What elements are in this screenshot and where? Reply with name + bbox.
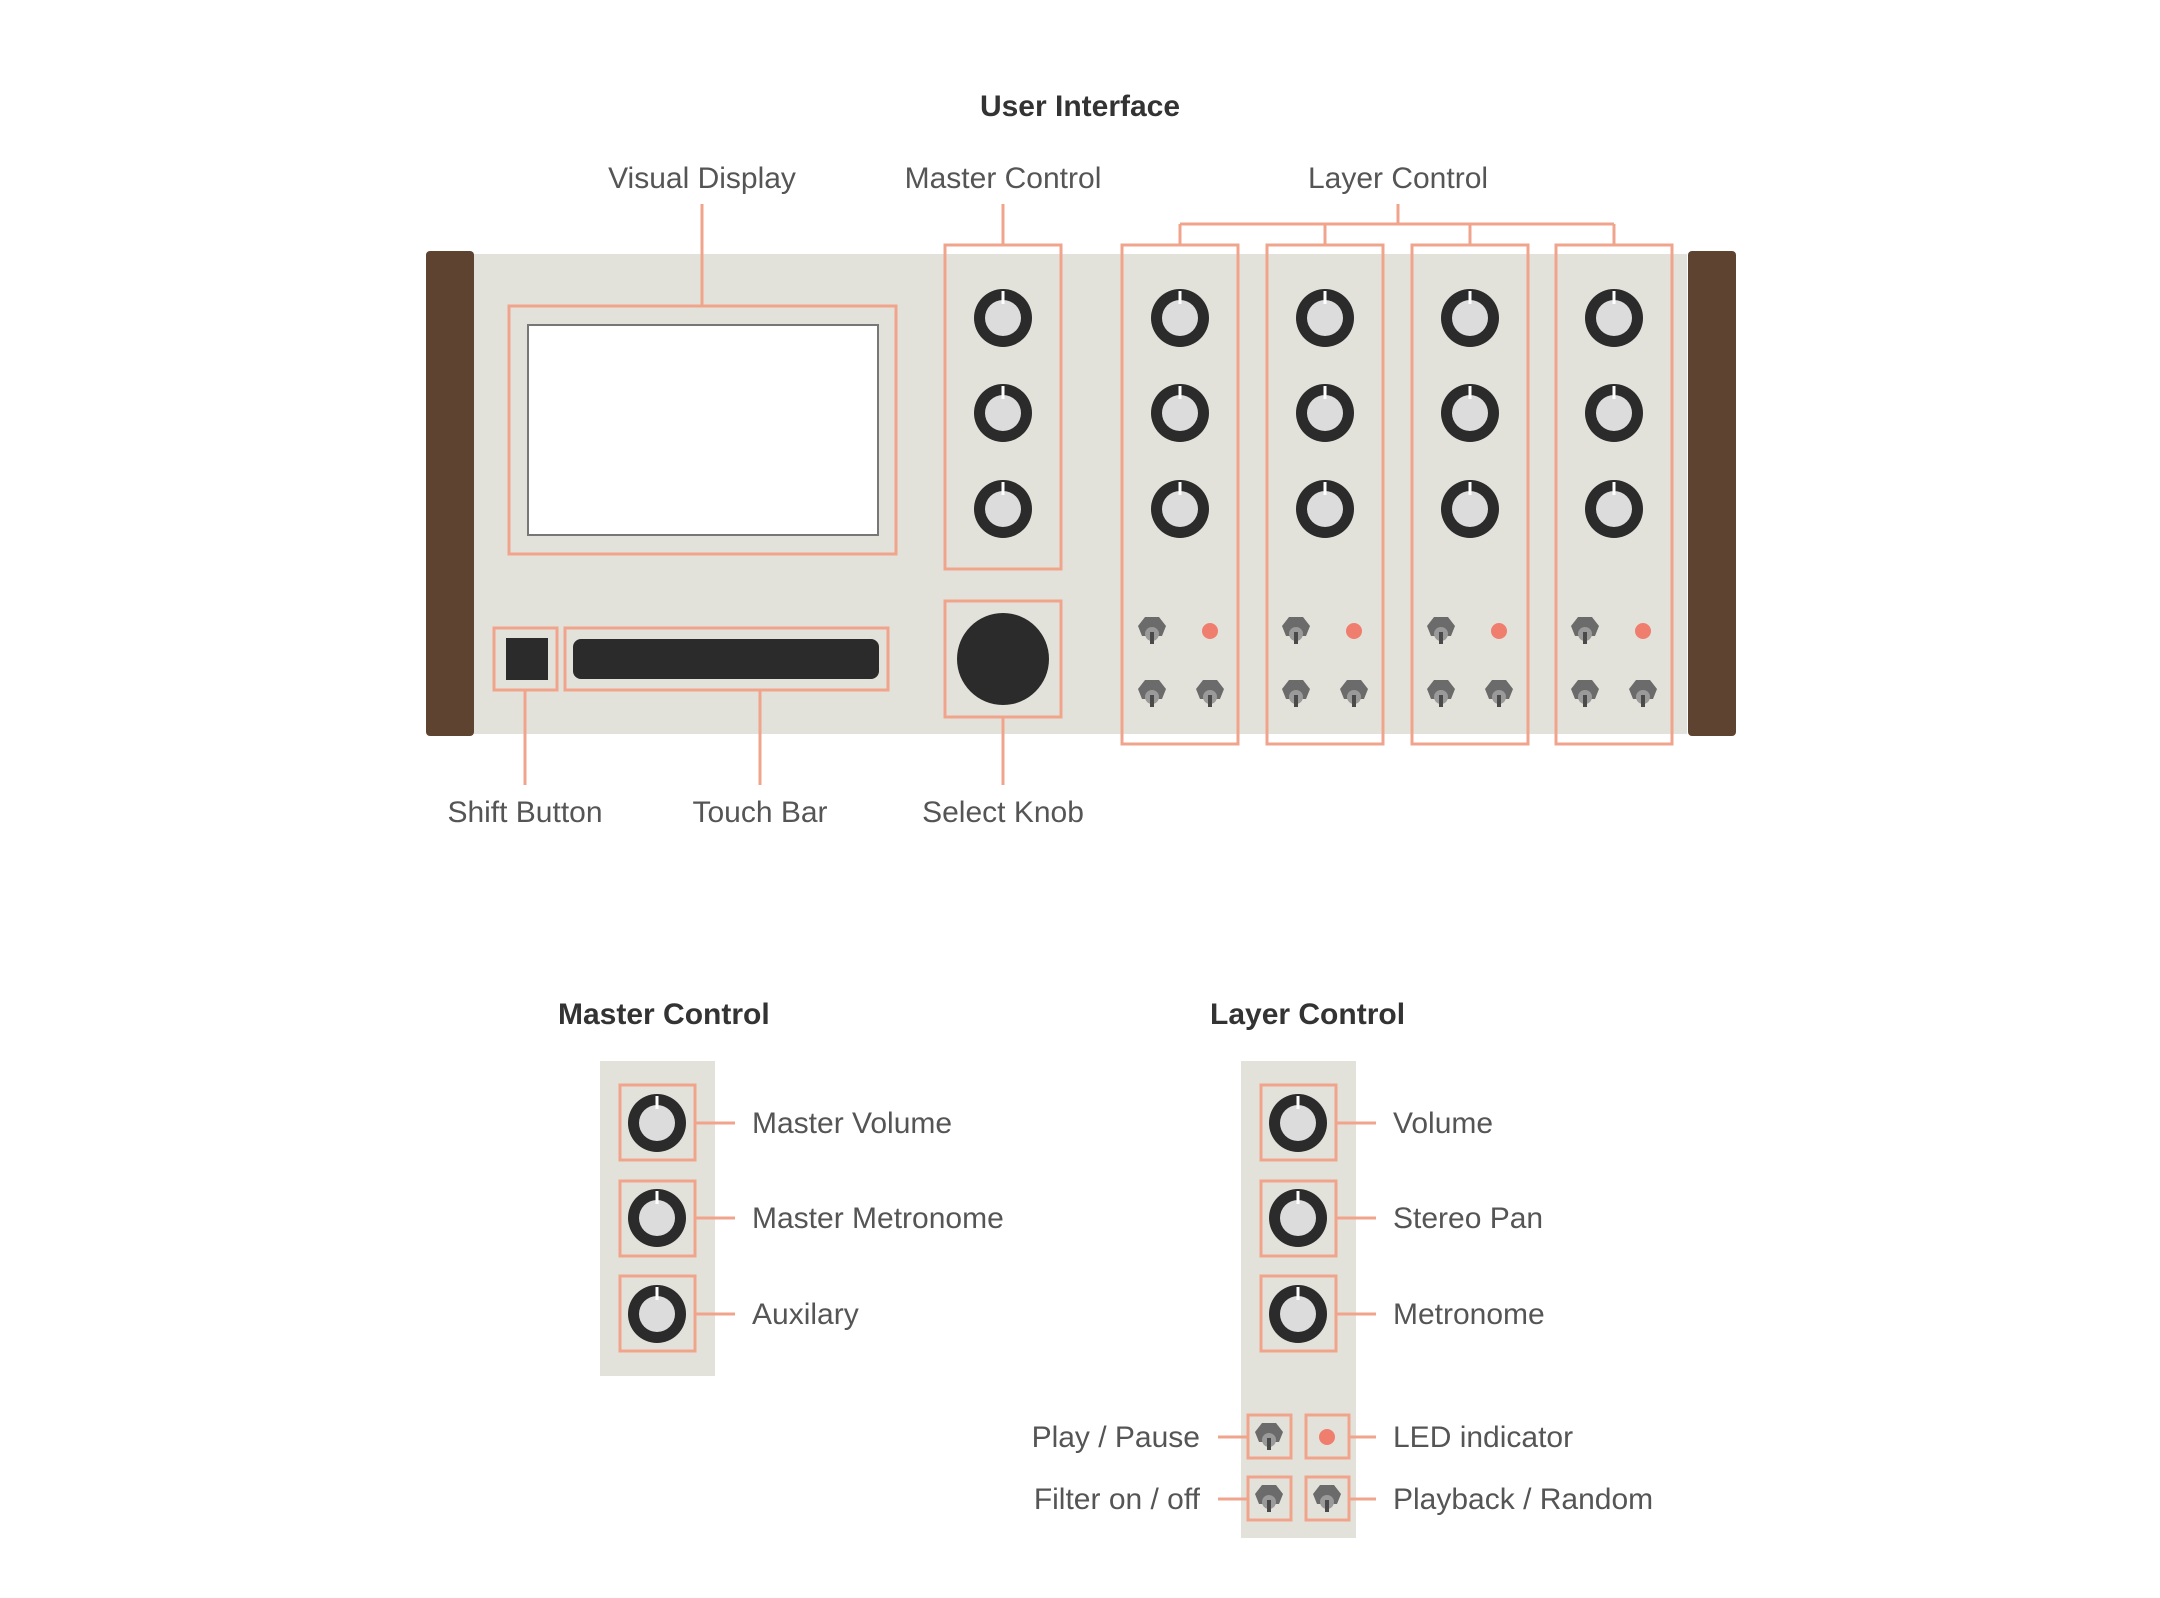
diagram-title: User Interface (980, 90, 1180, 123)
layer-knob-volume[interactable] (1294, 287, 1356, 349)
layer-detail-title: Layer Control (1210, 998, 1405, 1031)
metronome-knob[interactable] (1267, 1283, 1329, 1345)
visual-display-label: Visual Display (608, 162, 796, 195)
auxilary-knob[interactable] (626, 1283, 688, 1345)
led-indicator-detail (1319, 1429, 1335, 1445)
visual-display-screen (527, 324, 879, 536)
play-pause-label: Play / Pause (1032, 1421, 1200, 1454)
master-knob-2[interactable] (972, 382, 1034, 444)
left-wood-side (426, 251, 474, 736)
stereo-pan-knob[interactable] (1267, 1187, 1329, 1249)
auxilary-label: Auxilary (752, 1298, 859, 1331)
master-knob-1[interactable] (972, 287, 1034, 349)
master-detail-title: Master Control (558, 998, 770, 1031)
volume-knob[interactable] (1267, 1092, 1329, 1154)
master-control-label: Master Control (905, 162, 1102, 195)
master-volume-label: Master Volume (752, 1107, 952, 1140)
layer-knob-metronome[interactable] (1149, 478, 1211, 540)
layer-knob-pan[interactable] (1149, 382, 1211, 444)
layer-knob-pan[interactable] (1439, 382, 1501, 444)
select-knob-label: Select Knob (922, 796, 1084, 829)
layer-knob-volume[interactable] (1439, 287, 1501, 349)
led-indicator (1202, 623, 1218, 639)
led-indicator-label: LED indicator (1393, 1421, 1573, 1454)
master-knob-3[interactable] (972, 478, 1034, 540)
playback-label: Playback / Random (1393, 1483, 1653, 1516)
layer-control-label: Layer Control (1308, 162, 1488, 195)
layer-knob-volume[interactable] (1149, 287, 1211, 349)
layer-knob-pan[interactable] (1583, 382, 1645, 444)
touch-bar-label: Touch Bar (692, 796, 827, 829)
stereo-pan-label: Stereo Pan (1393, 1202, 1543, 1235)
shift-button-label: Shift Button (447, 796, 602, 829)
layer-knob-metronome[interactable] (1583, 478, 1645, 540)
led-indicator (1635, 623, 1651, 639)
filter-label: Filter on / off (1034, 1483, 1201, 1516)
layer-knob-metronome[interactable] (1439, 478, 1501, 540)
ui-diagram: User Interface Visual Display Master Con… (426, 90, 1736, 1538)
volume-label: Volume (1393, 1107, 1493, 1140)
layer-control-bracket (1178, 204, 1616, 245)
master-metronome-label: Master Metronome (752, 1202, 1004, 1235)
metronome-label: Metronome (1393, 1298, 1545, 1331)
shift-button[interactable] (506, 638, 548, 680)
master-metronome-knob[interactable] (626, 1187, 688, 1249)
led-indicator (1346, 623, 1362, 639)
master-volume-knob[interactable] (626, 1092, 688, 1154)
led-indicator (1491, 623, 1507, 639)
select-knob[interactable] (957, 613, 1049, 705)
layer-knob-volume[interactable] (1583, 287, 1645, 349)
layer-knob-metronome[interactable] (1294, 478, 1356, 540)
touch-bar[interactable] (573, 639, 879, 679)
layer-knob-pan[interactable] (1294, 382, 1356, 444)
right-wood-side (1688, 251, 1736, 736)
